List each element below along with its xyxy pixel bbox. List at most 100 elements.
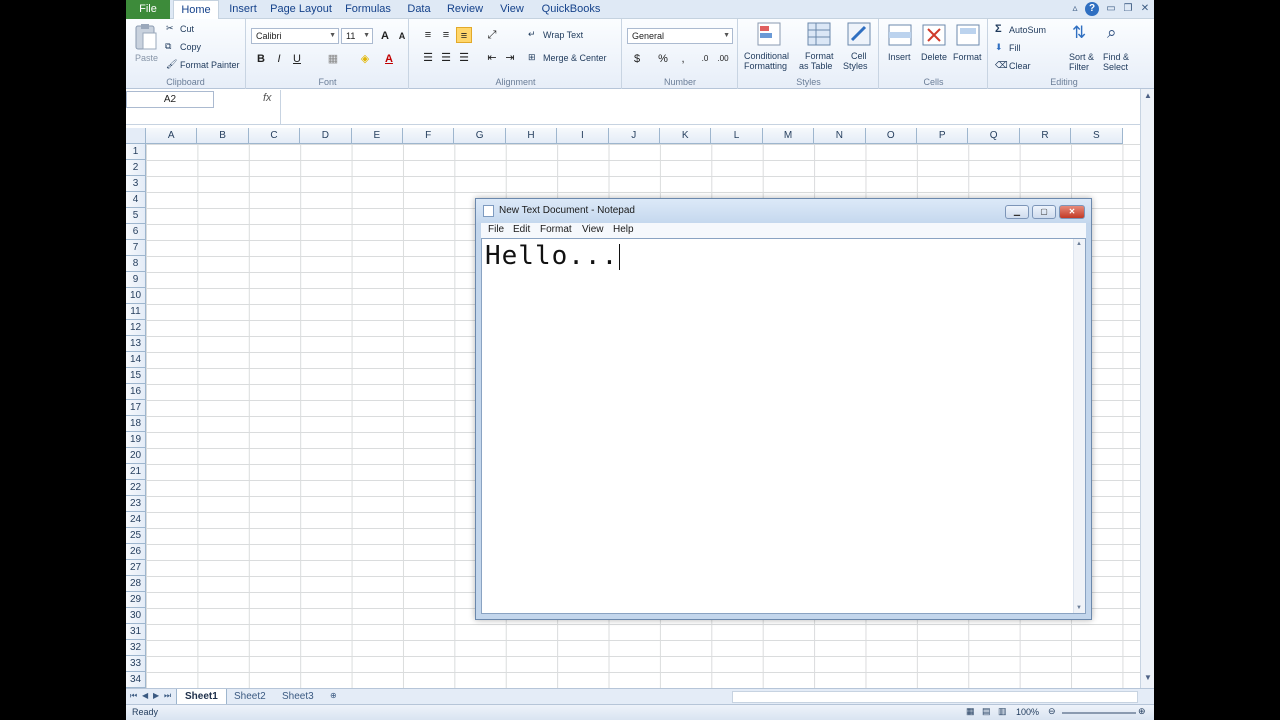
bold-button[interactable]: B bbox=[253, 51, 269, 67]
row-header[interactable]: 7 bbox=[126, 240, 146, 256]
autosum-icon[interactable]: Σ bbox=[995, 23, 1002, 35]
merge-center-button[interactable]: Merge & Center bbox=[543, 53, 607, 63]
row-header[interactable]: 24 bbox=[126, 512, 146, 528]
column-header[interactable]: P bbox=[917, 128, 969, 144]
column-header[interactable]: A bbox=[146, 128, 198, 144]
wrap-text-icon[interactable]: ↵ bbox=[528, 29, 536, 40]
align-top-icon[interactable]: ≡ bbox=[420, 27, 436, 43]
insert-button[interactable]: Insert bbox=[888, 52, 911, 62]
cut-button[interactable]: Cut bbox=[180, 24, 194, 34]
row-header[interactable]: 11 bbox=[126, 304, 146, 320]
maximize-icon[interactable]: ▢ bbox=[1032, 205, 1056, 219]
sheet-tab-3[interactable]: Sheet3 bbox=[274, 689, 322, 704]
zoom-level[interactable]: 100% bbox=[1016, 707, 1039, 717]
scroll-up-icon[interactable]: ▲ bbox=[1141, 91, 1154, 100]
align-left-icon[interactable]: ☰ bbox=[420, 50, 436, 66]
menu-help[interactable]: Help bbox=[613, 224, 634, 235]
row-header[interactable]: 32 bbox=[126, 640, 146, 656]
paste-label[interactable]: Paste bbox=[135, 53, 158, 63]
increase-indent-icon[interactable]: ⇥ bbox=[502, 50, 518, 66]
row-header[interactable]: 17 bbox=[126, 400, 146, 416]
tab-data[interactable]: Data bbox=[404, 0, 434, 19]
cell-styles-label-2[interactable]: Styles bbox=[843, 61, 868, 71]
font-name-select[interactable]: Calibri ▼ bbox=[251, 28, 339, 44]
number-format-select[interactable]: General ▼ bbox=[627, 28, 733, 44]
italic-button[interactable]: I bbox=[271, 51, 287, 67]
row-header[interactable]: 6 bbox=[126, 224, 146, 240]
format-as-table-icon[interactable] bbox=[807, 22, 831, 46]
copy-icon[interactable]: ⧉ bbox=[165, 41, 171, 52]
close-icon[interactable]: ✕ bbox=[1138, 2, 1152, 16]
row-header[interactable]: 10 bbox=[126, 288, 146, 304]
minimize-icon[interactable]: ▭ bbox=[1104, 2, 1118, 16]
column-header[interactable]: N bbox=[814, 128, 866, 144]
notepad-text-area[interactable]: Hello... ▲ ▼ bbox=[481, 238, 1086, 614]
find-select-icon[interactable]: ⌕ bbox=[1107, 23, 1117, 43]
format-painter-icon[interactable]: 🖌 bbox=[166, 59, 177, 70]
comma-button[interactable]: , bbox=[675, 51, 691, 67]
wrap-text-button[interactable]: Wrap Text bbox=[543, 30, 583, 40]
align-bottom-icon[interactable]: ≡ bbox=[456, 27, 472, 43]
notepad-title-bar[interactable]: New Text Document - Notepad ▁ ▢ ✕ bbox=[476, 199, 1091, 223]
sheet-tab-1[interactable]: Sheet1 bbox=[176, 689, 227, 704]
fill-color-icon[interactable]: ◈ bbox=[357, 51, 373, 67]
align-middle-icon[interactable]: ≡ bbox=[438, 27, 454, 43]
row-header[interactable]: 16 bbox=[126, 384, 146, 400]
minimize-icon[interactable]: ▁ bbox=[1005, 205, 1029, 219]
clear-icon[interactable]: ⌫ bbox=[995, 60, 1008, 71]
column-header[interactable]: K bbox=[660, 128, 712, 144]
underline-button[interactable]: U bbox=[289, 51, 305, 67]
notepad-vertical-scrollbar[interactable]: ▲ ▼ bbox=[1073, 239, 1085, 613]
sort-filter-icon[interactable]: ⇅ bbox=[1072, 23, 1086, 43]
row-header[interactable]: 5 bbox=[126, 208, 146, 224]
grow-font-icon[interactable]: A bbox=[377, 28, 393, 44]
row-header[interactable]: 23 bbox=[126, 496, 146, 512]
prev-sheet-icon[interactable]: ◀ bbox=[142, 691, 148, 700]
fill-icon[interactable]: ⬇ bbox=[995, 42, 1003, 53]
row-header[interactable]: 34 bbox=[126, 672, 146, 688]
menu-view[interactable]: View bbox=[582, 224, 604, 235]
column-header[interactable]: Q bbox=[968, 128, 1020, 144]
cell-styles-label-1[interactable]: Cell bbox=[851, 51, 867, 61]
column-header[interactable]: C bbox=[248, 128, 301, 144]
zoom-in-icon[interactable]: ⊕ bbox=[1138, 706, 1146, 717]
row-header[interactable]: 14 bbox=[126, 352, 146, 368]
tab-page-layout[interactable]: Page Layout bbox=[269, 0, 333, 19]
align-right-icon[interactable]: ☰ bbox=[456, 50, 472, 66]
normal-view-icon[interactable]: ▦ bbox=[966, 706, 975, 717]
last-sheet-icon[interactable]: ⏭ bbox=[164, 691, 171, 701]
zoom-out-icon[interactable]: ⊖ bbox=[1048, 706, 1056, 717]
row-header[interactable]: 8 bbox=[126, 256, 146, 272]
find-select-label-2[interactable]: Select bbox=[1103, 62, 1128, 72]
cell-styles-icon[interactable] bbox=[847, 22, 871, 46]
sort-filter-label-1[interactable]: Sort & bbox=[1069, 52, 1094, 62]
orientation-icon[interactable]: ⤢ bbox=[484, 27, 500, 43]
row-header[interactable]: 2 bbox=[126, 160, 146, 176]
scroll-down-icon[interactable]: ▼ bbox=[1141, 673, 1154, 682]
row-header[interactable]: 29 bbox=[126, 592, 146, 608]
row-header[interactable]: 20 bbox=[126, 448, 146, 464]
column-header[interactable]: B bbox=[197, 128, 249, 144]
conditional-formatting-label-1[interactable]: Conditional bbox=[744, 51, 789, 61]
format-as-table-label-2[interactable]: as Table bbox=[799, 61, 832, 71]
select-all-corner[interactable] bbox=[126, 128, 146, 144]
format-cells-icon[interactable] bbox=[956, 24, 980, 46]
column-header[interactable]: H bbox=[505, 128, 558, 144]
column-header[interactable]: M bbox=[762, 128, 815, 144]
row-header[interactable]: 3 bbox=[126, 176, 146, 192]
menu-file[interactable]: File bbox=[488, 224, 504, 235]
name-box[interactable]: A2 bbox=[126, 91, 214, 108]
row-header[interactable]: 30 bbox=[126, 608, 146, 624]
row-header[interactable]: 4 bbox=[126, 192, 146, 208]
scroll-up-icon[interactable]: ▲ bbox=[1076, 241, 1082, 247]
minimize-ribbon-icon[interactable]: ▵ bbox=[1068, 2, 1082, 16]
column-header[interactable]: R bbox=[1019, 128, 1072, 144]
tab-review[interactable]: Review bbox=[445, 0, 485, 19]
currency-button[interactable]: $ bbox=[629, 51, 645, 67]
align-center-icon[interactable]: ☰ bbox=[438, 50, 454, 66]
row-header[interactable]: 15 bbox=[126, 368, 146, 384]
delete-button[interactable]: Delete bbox=[921, 52, 947, 62]
menu-format[interactable]: Format bbox=[540, 224, 572, 235]
find-select-label-1[interactable]: Find & bbox=[1103, 52, 1129, 62]
column-header[interactable]: G bbox=[454, 128, 506, 144]
